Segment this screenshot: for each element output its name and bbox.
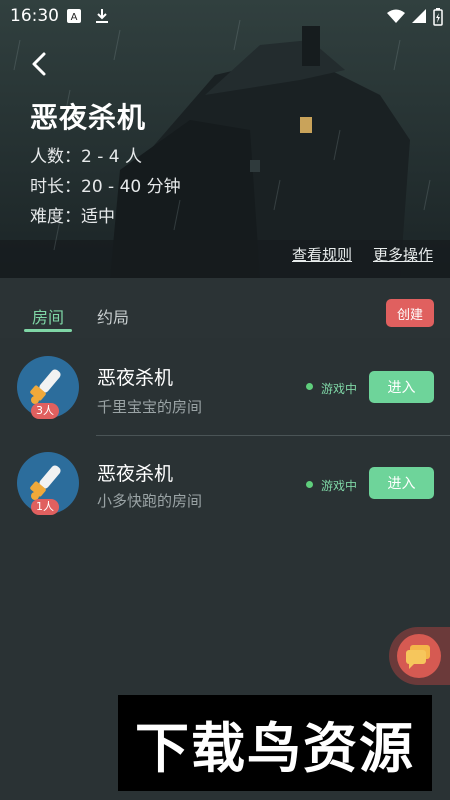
play-duration: 时长：20 - 40 分钟 (30, 177, 181, 197)
player-count-badge: 1人 (31, 499, 59, 515)
svg-text:A: A (71, 12, 78, 23)
haunted-house-backdrop (0, 0, 450, 278)
watermark-logo: 下载鸟资源 (118, 695, 432, 791)
battery-icon (433, 8, 443, 26)
chat-bubble-icon (406, 645, 430, 669)
divider (96, 435, 450, 436)
watermark-text: 下载鸟资源 (135, 715, 415, 780)
status-bar: 16:30 A (0, 0, 450, 32)
room-status: 游戏中 (321, 382, 358, 396)
room-owner: 千里宝宝的房间 (97, 398, 203, 416)
player-count-badge: 3人 (31, 403, 59, 419)
status-dot (306, 383, 313, 390)
room-list-item[interactable]: 3人 恶夜杀机 千里宝宝的房间 游戏中 进入 (0, 342, 450, 436)
room-status: 游戏中 (321, 479, 358, 493)
room-owner: 小多快跑的房间 (97, 492, 203, 510)
status-time: 16:30 (10, 6, 59, 26)
status-dot (306, 481, 313, 488)
room-list-item[interactable]: 1人 恶夜杀机 小多快跑的房间 游戏中 进入 (0, 438, 450, 532)
keyboard-a-icon: A (67, 9, 81, 23)
view-rules-link[interactable]: 查看规则 (292, 244, 352, 265)
tab-appointments[interactable]: 约局 (97, 304, 129, 328)
room-name: 恶夜杀机 (97, 463, 174, 485)
download-icon (96, 9, 108, 23)
signal-icon (412, 9, 426, 23)
difficulty: 难度：适中 (30, 207, 115, 227)
wifi-icon (387, 9, 405, 23)
chat-button[interactable] (397, 634, 441, 678)
room-name: 恶夜杀机 (97, 367, 174, 389)
game-title: 恶夜杀机 (30, 101, 147, 134)
back-chevron-icon[interactable] (26, 50, 54, 78)
player-count: 人数：2 - 4 人 (30, 147, 142, 167)
tab-rooms[interactable]: 房间 (32, 304, 64, 328)
more-actions-link[interactable]: 更多操作 (373, 244, 433, 265)
enter-room-button[interactable]: 进入 (369, 467, 434, 499)
create-room-button[interactable]: 创建 (386, 299, 434, 327)
active-tab-indicator (24, 329, 72, 332)
enter-room-button[interactable]: 进入 (369, 371, 434, 403)
game-header: 16:30 A 恶夜杀机 人数：2 - 4 人 时长：20 - 40 分钟 难度… (0, 0, 450, 278)
